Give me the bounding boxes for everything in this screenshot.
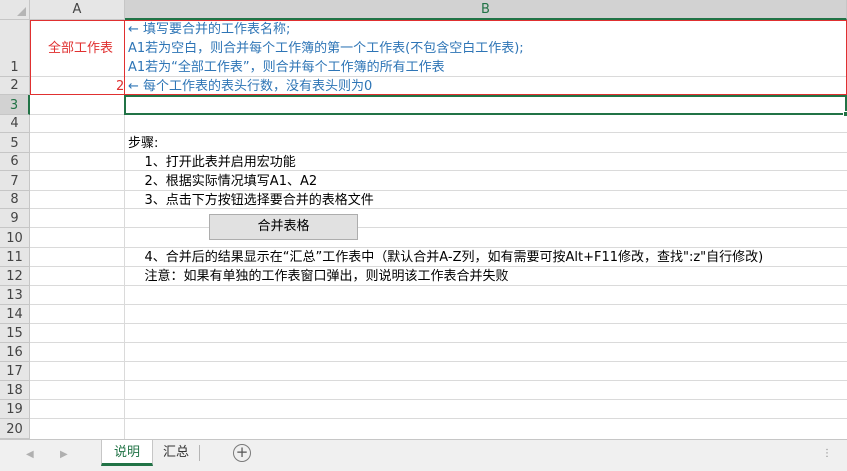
gridline-row-13 (30, 304, 847, 305)
cell-b12-note: 注意：如果有单独的工作表窗口弹出，则说明该工作表合并失败 (128, 269, 509, 284)
gridline-row-14 (30, 323, 847, 324)
gridline-row-18 (30, 399, 847, 400)
gridline-row-11 (30, 266, 847, 267)
row-header-11[interactable]: 11 (0, 248, 30, 267)
row-header-20[interactable]: 20 (0, 419, 30, 439)
select-all-corner[interactable] (0, 0, 30, 20)
fill-handle[interactable] (843, 111, 847, 117)
cell-a1-sheet-name[interactable]: 全部工作表 (48, 40, 113, 57)
row-header-3[interactable]: 3 (0, 95, 30, 115)
row-header-1[interactable]: 1 (0, 20, 30, 77)
row-header-12[interactable]: 12 (0, 267, 30, 286)
gridline-row-19 (30, 418, 847, 419)
row-header-19[interactable]: 19 (0, 400, 30, 419)
row-header-8[interactable]: 8 (0, 191, 30, 209)
input-area-border (30, 20, 125, 95)
column-header-b[interactable]: B (125, 0, 847, 20)
cell-b7-step-2: 2、根据实际情况填写A1、A2 (128, 174, 318, 189)
scroll-split-handle-icon[interactable]: ⋮ (822, 448, 833, 459)
tab-separator (199, 445, 200, 461)
row-header-5[interactable]: 5 (0, 133, 30, 153)
merge-tables-button[interactable]: 合并表格 (209, 214, 358, 240)
row-header-18[interactable]: 18 (0, 381, 30, 400)
add-sheet-icon[interactable]: + (233, 444, 251, 462)
row-header-2[interactable]: 2 (0, 77, 30, 95)
row-header-14[interactable]: 14 (0, 305, 30, 324)
cell-b1-line-3: A1若为“全部工作表”，则合并每个工作簿的所有工作表 (128, 60, 445, 75)
gridline-row-15 (30, 342, 847, 343)
gridline-row-10 (30, 247, 847, 248)
cell-b2-instruction: ← 每个工作表的表头行数，没有表头则为0 (128, 79, 373, 94)
row-header-16[interactable]: 16 (0, 343, 30, 362)
cell-b6-step-1: 1、打开此表并启用宏功能 (128, 155, 296, 170)
active-cell-b3[interactable] (124, 95, 847, 115)
cell-b5-steps-heading: 步骤: (128, 136, 159, 151)
gridline-row-9 (30, 227, 847, 228)
row-header-17[interactable]: 17 (0, 362, 30, 381)
row-header-13[interactable]: 13 (0, 286, 30, 305)
select-all-triangle-icon (17, 7, 26, 16)
row-header-9[interactable]: 9 (0, 209, 30, 228)
cell-b1-line-2: A1若为空白，则合并每个工作簿的第一个工作表(不包含空白工作表); (128, 41, 524, 56)
sheet-tab-summary[interactable]: 汇总 (154, 440, 198, 466)
row-header-4[interactable]: 4 (0, 115, 30, 133)
sheet-tab-bar: ◀ ▶ 说明 汇总 + ⋮ (0, 439, 847, 471)
cell-b11-step-4: 4、合并后的结果显示在“汇总”工作表中（默认合并A-Z列，如有需要可按Alt+F… (128, 250, 764, 265)
cell-b8-step-3: 3、点击下方按钮选择要合并的表格文件 (128, 193, 374, 208)
cell-a2-header-rows[interactable]: 2 (116, 78, 124, 95)
gridline-row-12 (30, 285, 847, 286)
prev-sheet-arrow-icon[interactable]: ◀ (26, 449, 34, 460)
gridline-row-16 (30, 361, 847, 362)
gridline-row-5 (30, 152, 847, 153)
gridline-row-7 (30, 190, 847, 191)
gridline-row-17 (30, 380, 847, 381)
row-header-7[interactable]: 7 (0, 171, 30, 191)
next-sheet-arrow-icon[interactable]: ▶ (60, 449, 68, 460)
sheet-tab-instructions[interactable]: 说明 (101, 440, 153, 466)
row-header-6[interactable]: 6 (0, 153, 30, 171)
cell-b1-line-1: ← 填写要合并的工作表名称; (128, 22, 291, 37)
column-header-a[interactable]: A (30, 0, 125, 20)
row-header-15[interactable]: 15 (0, 324, 30, 343)
gridline-row-4 (30, 132, 847, 133)
row-header-10[interactable]: 10 (0, 228, 30, 248)
